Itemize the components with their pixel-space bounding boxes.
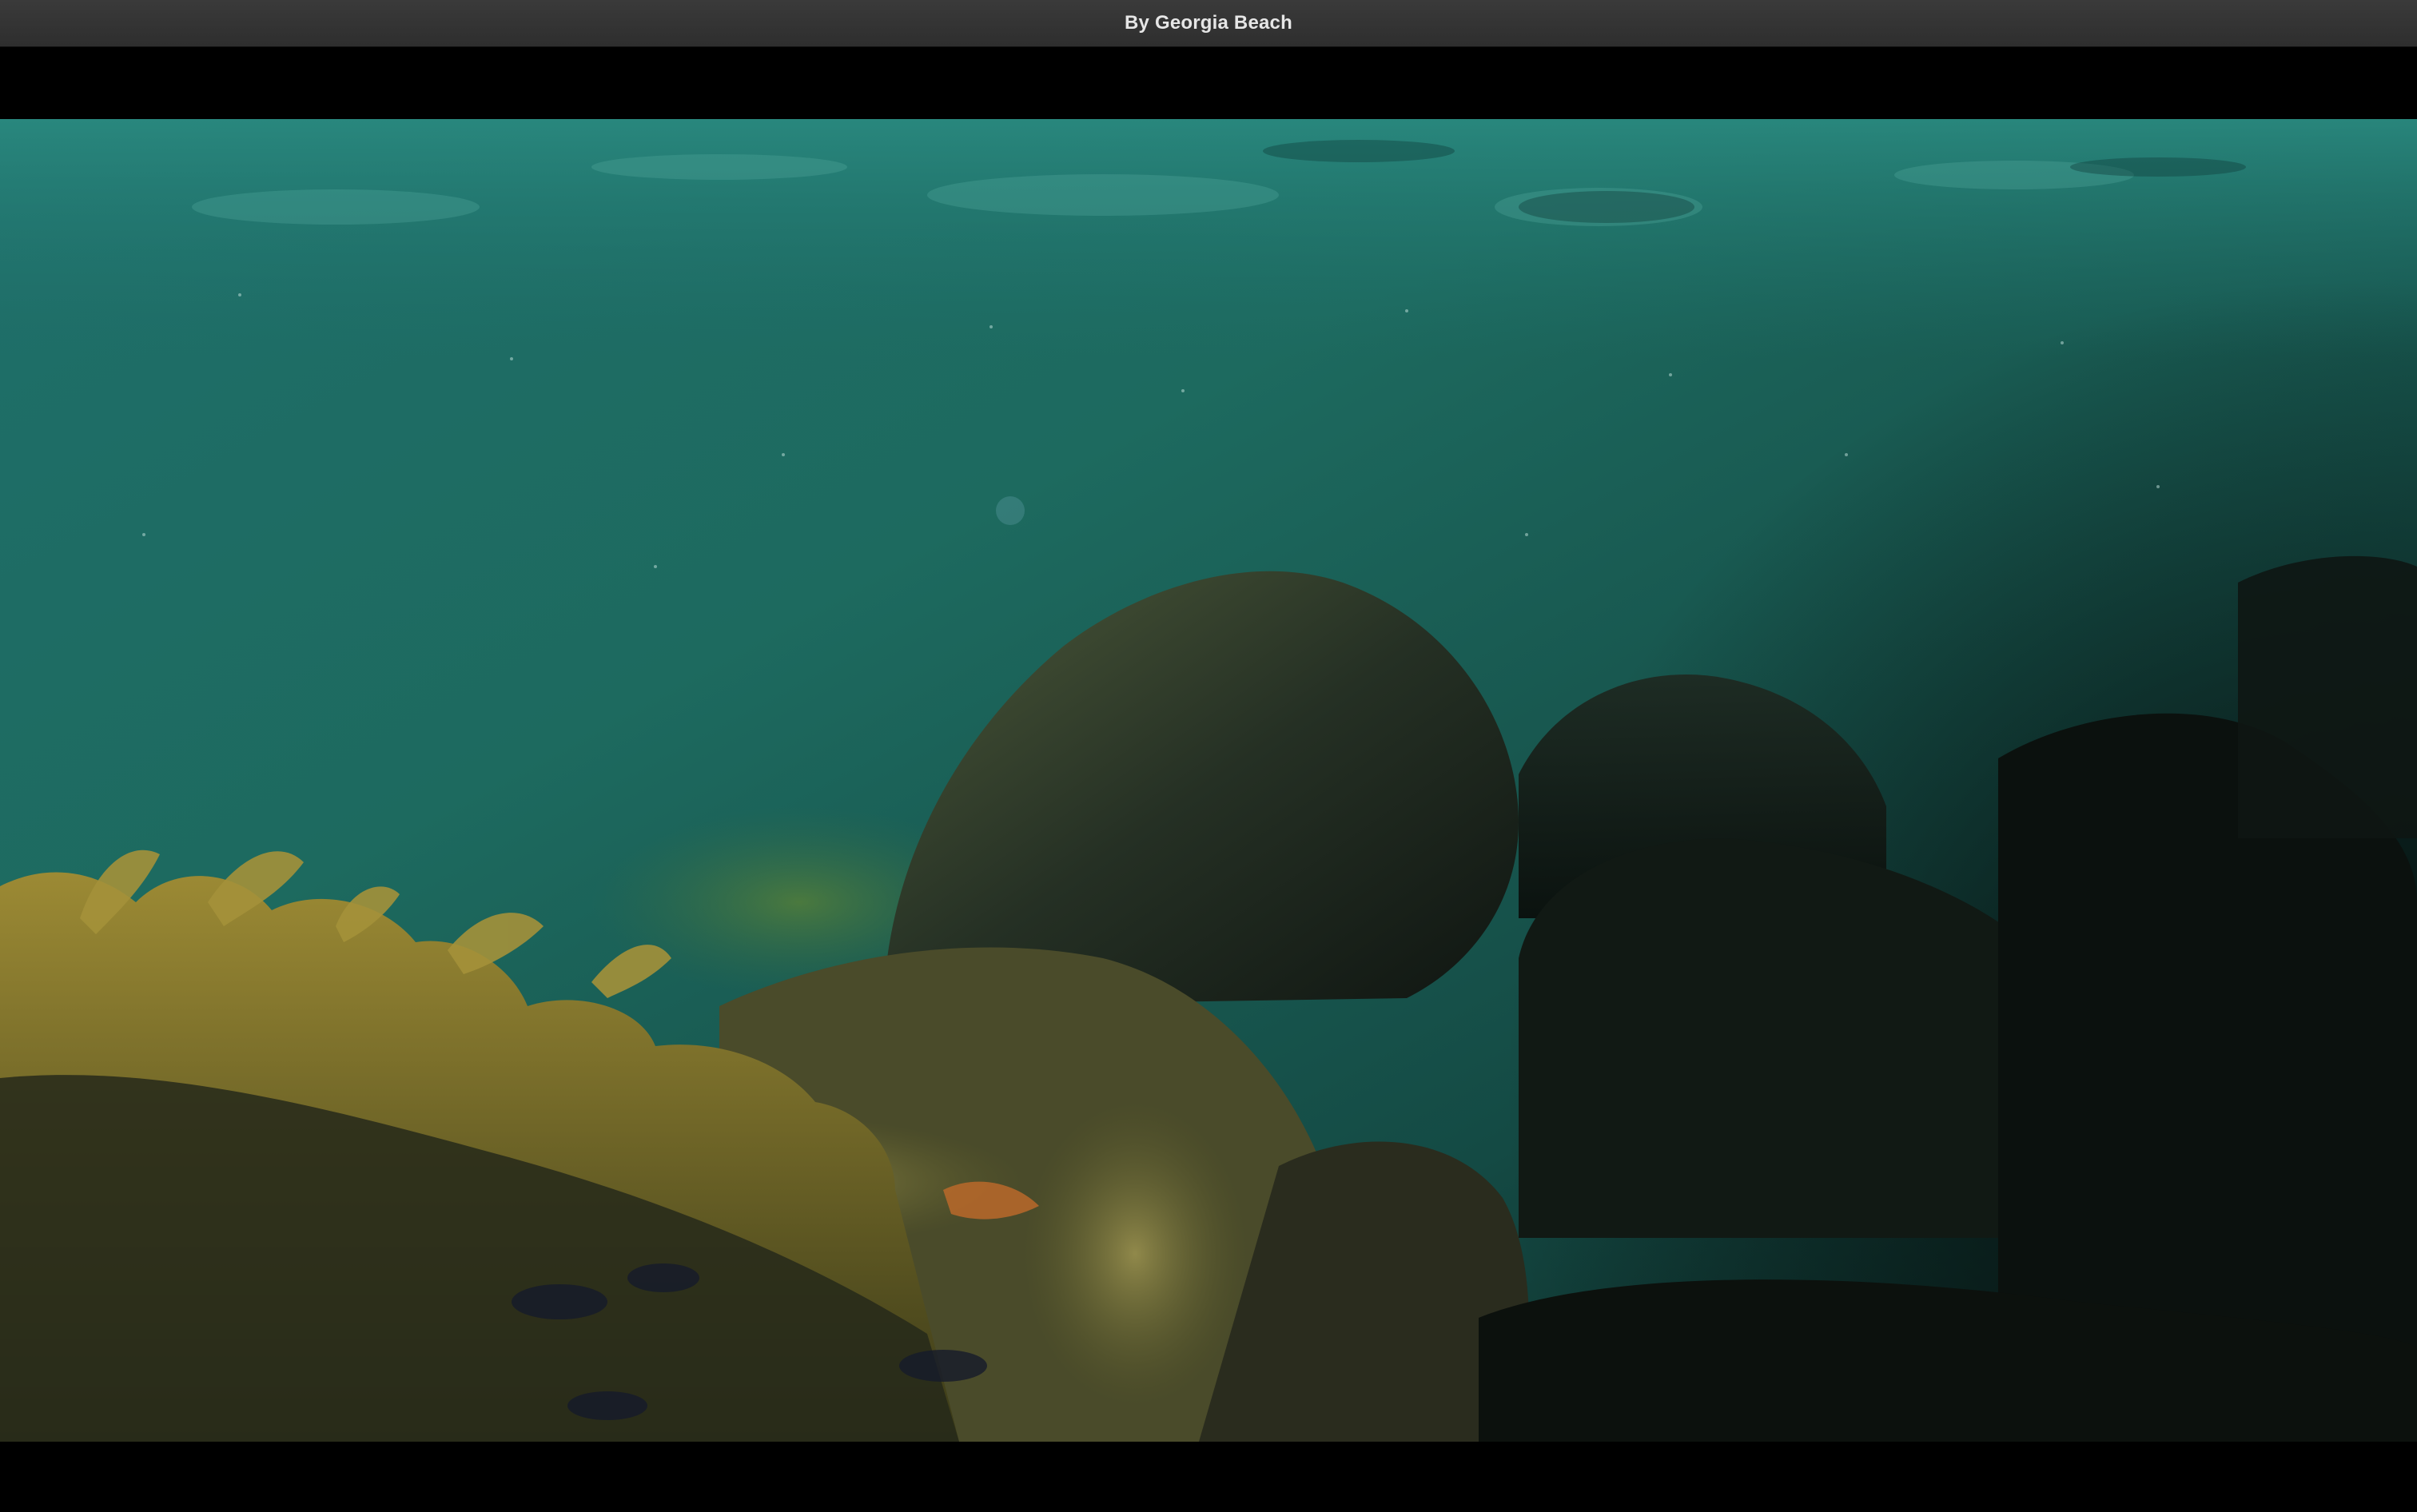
video-area[interactable] bbox=[0, 47, 2417, 1512]
video-player-window: By Georgia Beach bbox=[0, 0, 2417, 1512]
video-frame[interactable] bbox=[0, 119, 2417, 1442]
underwater-scene-image bbox=[0, 119, 2417, 1442]
window-title: By Georgia Beach bbox=[1125, 12, 1292, 34]
title-bar[interactable]: By Georgia Beach bbox=[0, 0, 2417, 47]
